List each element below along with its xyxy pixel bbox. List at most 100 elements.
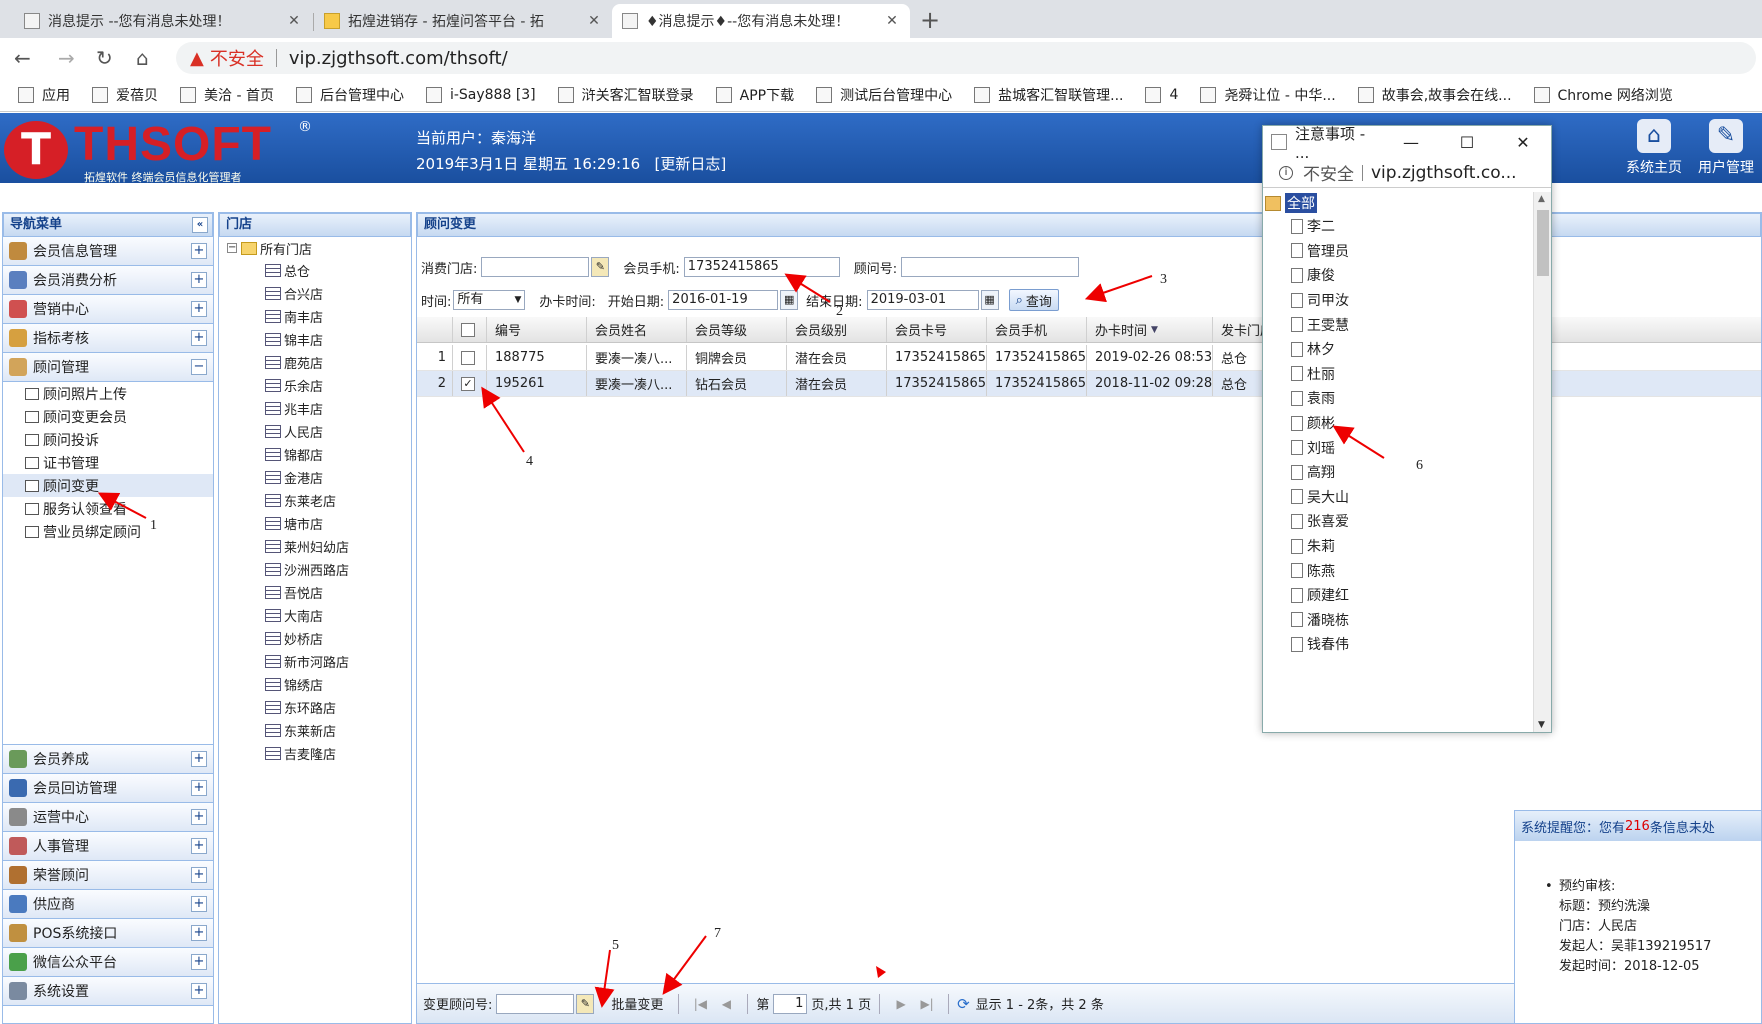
refresh-icon[interactable]: ⟳: [957, 995, 970, 1013]
close-tab-icon[interactable]: ✕: [586, 13, 602, 29]
tree-root-all[interactable]: 全部: [1263, 192, 1533, 214]
first-page-icon[interactable]: |◀: [691, 997, 709, 1011]
column-header[interactable]: 编号: [487, 317, 587, 342]
advisor-tree-item[interactable]: 顾建红: [1263, 583, 1533, 608]
expand-icon[interactable]: +: [191, 867, 207, 883]
row-checkbox[interactable]: ✓: [461, 376, 475, 391]
advisor-tree-item[interactable]: 陈燕: [1263, 558, 1533, 583]
advisor-tree-item[interactable]: 钱春伟: [1263, 632, 1533, 657]
browser-tab-2[interactable]: 拓煌进销存 - 拓煌问答平台 - 拓 ✕: [314, 4, 612, 38]
popup-scrollbar[interactable]: ▲ ▼: [1533, 192, 1551, 732]
advisor-tree-item[interactable]: 司甲汝: [1263, 288, 1533, 313]
advisor-tree-item[interactable]: 杜丽: [1263, 362, 1533, 387]
nav-subitem[interactable]: 顾问变更: [3, 474, 213, 497]
expand-icon[interactable]: +: [191, 272, 207, 288]
store-item[interactable]: 塘市店: [219, 512, 411, 535]
store-item[interactable]: 新市河路店: [219, 650, 411, 673]
next-page-icon[interactable]: ▶: [892, 997, 910, 1011]
maximize-icon[interactable]: ☐: [1439, 133, 1495, 152]
column-header[interactable]: 会员等级: [687, 317, 787, 342]
column-header[interactable]: 会员级别: [787, 317, 887, 342]
scroll-thumb[interactable]: [1537, 210, 1549, 276]
store-item[interactable]: 东环路店: [219, 696, 411, 719]
store-item[interactable]: 总仓: [219, 259, 411, 282]
bookmark-item[interactable]: 应用: [18, 85, 70, 105]
scroll-up-icon[interactable]: ▲: [1538, 194, 1545, 204]
table-row[interactable]: 1 188775 要凑一凑八... 铜牌会员 潜在会员 17352415865 173524…: [417, 345, 1761, 371]
user-manage-button[interactable]: ✎ 用户管理: [1690, 117, 1762, 177]
expand-icon[interactable]: +: [191, 896, 207, 912]
store-item[interactable]: 锦绣店: [219, 673, 411, 696]
advisor-tree-item[interactable]: 刘瑶: [1263, 435, 1533, 460]
close-tab-icon[interactable]: ✕: [884, 13, 900, 29]
nav-item[interactable]: 供应商 +: [3, 890, 213, 919]
calendar-icon[interactable]: ▦: [780, 290, 799, 310]
expand-icon[interactable]: +: [191, 809, 207, 825]
bookmark-item[interactable]: 浒关客汇智联登录: [557, 85, 694, 105]
advisor-tree-item[interactable]: 袁雨: [1263, 386, 1533, 411]
bookmark-item[interactable]: 尧舜让位 - 中华...: [1200, 85, 1336, 105]
bookmark-item[interactable]: 测试后台管理中心: [816, 85, 952, 105]
expand-icon[interactable]: +: [191, 838, 207, 854]
nav-subitem[interactable]: 顾问投诉: [3, 428, 213, 451]
nav-subitem[interactable]: 顾问变更会员: [3, 405, 213, 428]
expand-icon[interactable]: +: [191, 751, 207, 767]
bookmark-item[interactable]: 故事会,故事会在线...: [1357, 85, 1512, 105]
nav-item[interactable]: 微信公众平台 +: [3, 948, 213, 977]
nav-item[interactable]: 指标考核 +: [3, 324, 213, 353]
nav-item[interactable]: 会员信息管理 +: [3, 237, 213, 266]
last-page-icon[interactable]: ▶|: [918, 997, 936, 1011]
batch-change-button[interactable]: 批量变更: [604, 993, 670, 1015]
store-item[interactable]: 锦都店: [219, 443, 411, 466]
browser-tab-1[interactable]: 消息提示 --您有消息未处理！ ✕: [14, 4, 312, 38]
bookmark-item[interactable]: APP下载: [715, 85, 794, 105]
store-item[interactable]: 妙桥店: [219, 627, 411, 650]
store-input[interactable]: [481, 257, 590, 277]
nav-item[interactable]: POS系统接口 +: [3, 919, 213, 948]
nav-subitem[interactable]: 营业员绑定顾问: [3, 520, 213, 543]
advisor-tree-item[interactable]: 颜彬: [1263, 411, 1533, 436]
nav-item[interactable]: 会员养成 +: [3, 745, 213, 774]
advisor-tree-item[interactable]: 吴大山: [1263, 485, 1533, 510]
bookmark-item[interactable]: 盐城客汇智联管理...: [974, 85, 1123, 105]
time-select[interactable]: 所有 ▼: [453, 290, 526, 310]
collapse-icon[interactable]: −: [191, 359, 207, 375]
store-tree-root[interactable]: − 所有门店: [219, 237, 411, 259]
pick-store-icon[interactable]: ✎: [591, 257, 610, 277]
store-item[interactable]: 大南店: [219, 604, 411, 627]
checkbox[interactable]: [461, 322, 475, 337]
store-item[interactable]: 合兴店: [219, 282, 411, 305]
store-item[interactable]: 东莱老店: [219, 489, 411, 512]
reload-icon[interactable]: ↻: [96, 46, 113, 70]
advisor-tree-item[interactable]: 朱莉: [1263, 534, 1533, 559]
pick-advisor-icon[interactable]: ✎: [576, 993, 595, 1014]
minimize-icon[interactable]: —: [1383, 133, 1439, 152]
prev-page-icon[interactable]: ◀: [717, 997, 735, 1011]
column-header[interactable]: 会员手机: [987, 317, 1087, 342]
back-icon[interactable]: ←: [14, 46, 31, 70]
forward-icon[interactable]: →: [58, 46, 75, 70]
advisor-tree-item[interactable]: 张喜爱: [1263, 509, 1533, 534]
nav-subitem[interactable]: 证书管理: [3, 451, 213, 474]
store-item[interactable]: 东莱新店: [219, 719, 411, 742]
advisor-tree-item[interactable]: 王雯慧: [1263, 312, 1533, 337]
row-checkbox[interactable]: [461, 350, 475, 365]
nav-item[interactable]: 人事管理 +: [3, 832, 213, 861]
store-item[interactable]: 吾悦店: [219, 581, 411, 604]
nav-subitem[interactable]: 顾问照片上传: [3, 382, 213, 405]
store-item[interactable]: 乐余店: [219, 374, 411, 397]
expand-icon[interactable]: +: [191, 983, 207, 999]
expand-icon[interactable]: +: [191, 330, 207, 346]
expand-icon[interactable]: +: [191, 301, 207, 317]
store-item[interactable]: 南丰店: [219, 305, 411, 328]
advisor-tree-item[interactable]: 高翔: [1263, 460, 1533, 485]
expand-icon[interactable]: +: [191, 954, 207, 970]
nav-item[interactable]: 系统设置 +: [3, 977, 213, 1006]
store-item[interactable]: 锦丰店: [219, 328, 411, 351]
store-item[interactable]: 金港店: [219, 466, 411, 489]
scroll-down-icon[interactable]: ▼: [1538, 720, 1545, 730]
close-tab-icon[interactable]: ✕: [286, 13, 302, 29]
store-item[interactable]: 人民店: [219, 420, 411, 443]
bookmark-item[interactable]: i-Say888 [3]: [425, 86, 536, 103]
nav-item[interactable]: 会员消费分析 +: [3, 266, 213, 295]
